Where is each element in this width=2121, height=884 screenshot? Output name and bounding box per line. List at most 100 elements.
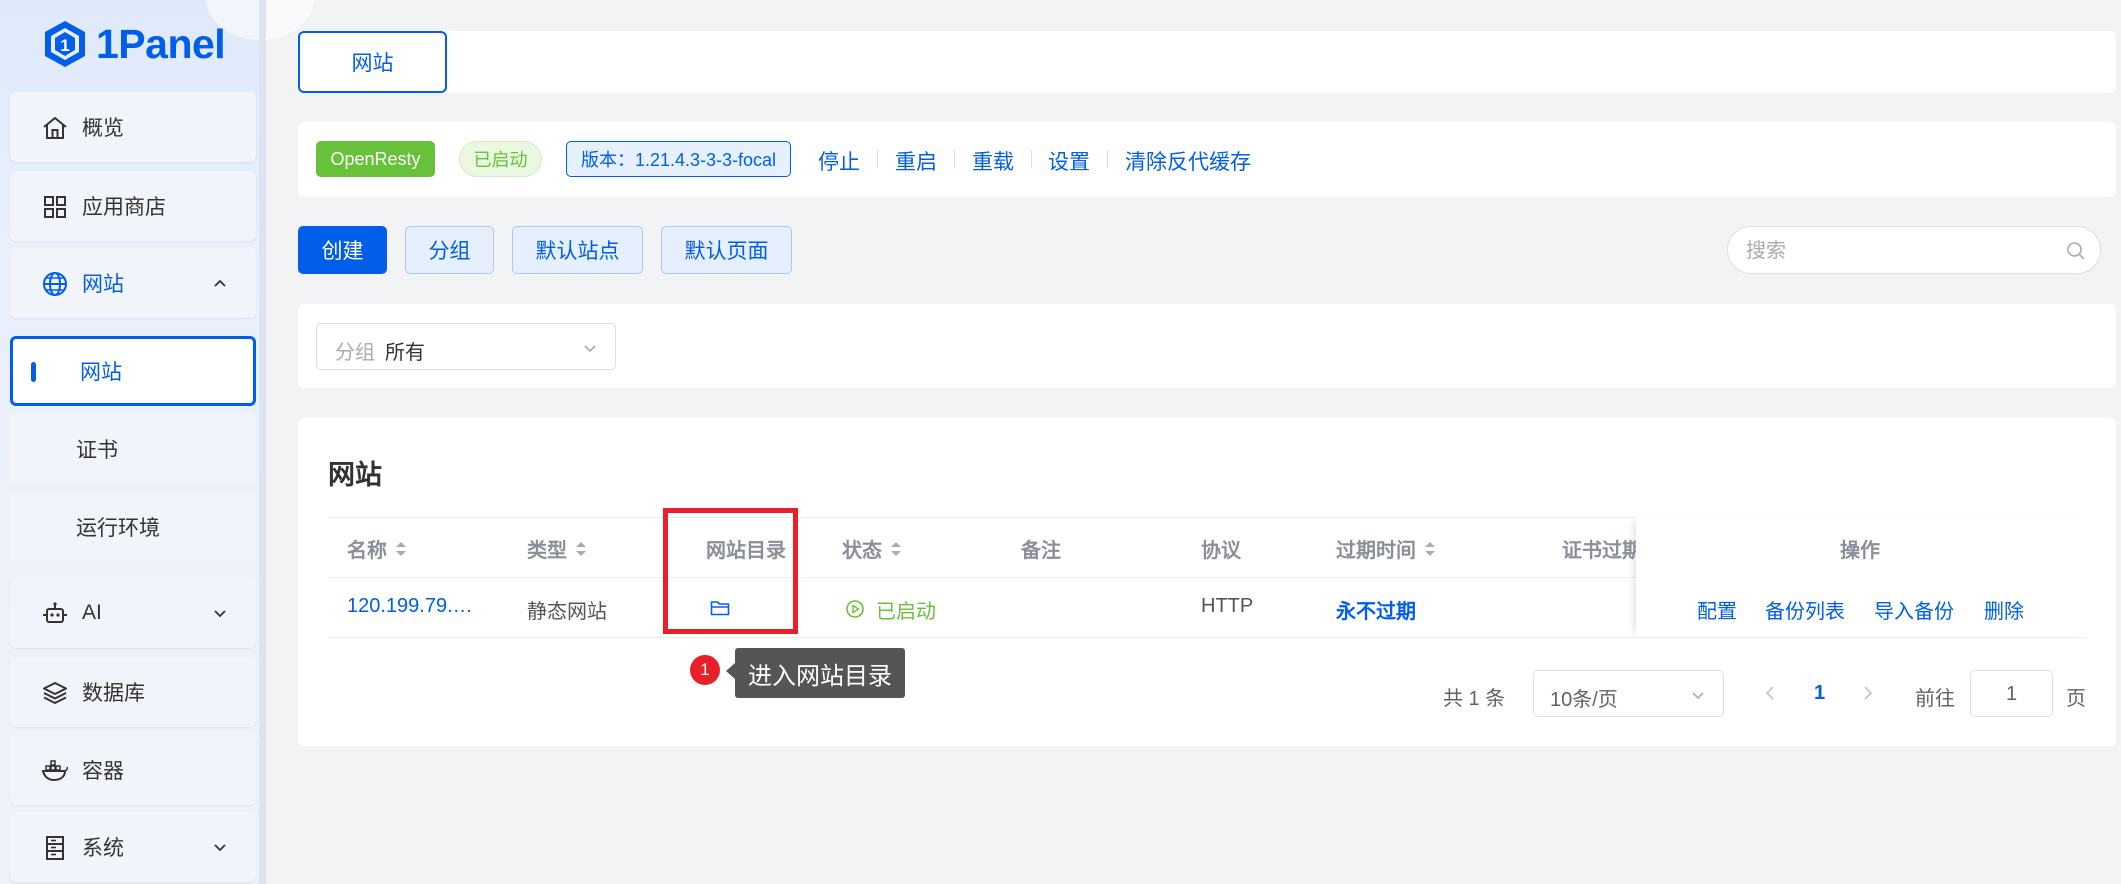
chevron-down-icon: [214, 610, 226, 618]
tab-bar: [298, 31, 2116, 93]
backup-list-button[interactable]: 备份列表: [1765, 595, 1845, 624]
divider: [877, 150, 878, 168]
sidebar-subitem-runtime[interactable]: 运行环境: [10, 492, 256, 562]
sidebar-item-overview[interactable]: 概览: [10, 92, 256, 162]
page-suffix: 页: [2066, 688, 2086, 710]
sort-icon[interactable]: [395, 539, 407, 559]
grid-icon: [44, 196, 66, 218]
tooltip-arrow: [726, 663, 735, 679]
divider: [1107, 150, 1108, 168]
globe-icon: [43, 272, 67, 296]
robot-icon: [43, 602, 67, 623]
expire-date-link[interactable]: 永不过期: [1336, 595, 1416, 624]
column-header-remark: 备注: [1021, 534, 1061, 563]
sidebar-item-app-store[interactable]: 应用商店: [10, 171, 256, 241]
sidebar-item-label: 系统: [82, 837, 124, 860]
goto-page-input[interactable]: 1: [1970, 670, 2053, 717]
server-icon: [46, 836, 64, 860]
website-name-link[interactable]: 120.199.79.…: [347, 595, 473, 618]
chevron-down-icon: [1692, 692, 1704, 700]
search-box[interactable]: [1727, 226, 2101, 274]
column-header-status[interactable]: 状态: [842, 534, 902, 563]
chevron-down-icon: [584, 345, 596, 353]
column-header-type[interactable]: 类型: [527, 534, 587, 563]
sidebar-item-website[interactable]: 网站: [10, 248, 256, 318]
sort-icon[interactable]: [1424, 539, 1436, 559]
column-header-label: 名称: [347, 540, 387, 562]
sidebar-item-ai[interactable]: AI: [10, 578, 256, 648]
sidebar-item-container[interactable]: 容器: [10, 735, 256, 805]
column-header-label: 类型: [527, 540, 567, 562]
pagination-total: 共 1 条: [1443, 688, 1506, 710]
sidebar: 1 1Panel 概览 应用商店 网站 网站 证书 运行环境 AI 数据库 容器…: [0, 0, 315, 884]
logo[interactable]: 1 1Panel: [42, 14, 226, 74]
column-header-label: 协议: [1201, 540, 1241, 562]
chevron-right-icon[interactable]: [1861, 684, 1875, 702]
column-header-label: 证书过期: [1562, 540, 1636, 562]
import-backup-button[interactable]: 导入备份: [1874, 595, 1954, 624]
chevron-up-icon: [214, 279, 226, 287]
home-icon: [43, 117, 67, 139]
layers-icon: [43, 682, 67, 704]
tab-website[interactable]: 网站: [298, 31, 447, 93]
reload-link[interactable]: 重载: [972, 146, 1014, 176]
goto-label: 前往: [1915, 688, 1955, 710]
chevron-down-icon: [214, 844, 226, 852]
app-name-tag: OpenResty: [316, 141, 435, 177]
column-header-label: 备注: [1021, 540, 1061, 562]
sidebar-item-label: 应用商店: [82, 196, 166, 219]
docker-icon: [41, 760, 69, 782]
sidebar-item-database[interactable]: 数据库: [10, 657, 256, 727]
column-header-label: 操作: [1840, 540, 1880, 562]
website-type: 静态网站: [527, 601, 607, 623]
sidebar-subitem-label: 证书: [76, 439, 118, 462]
page-size-value: 10条/页: [1550, 689, 1618, 711]
column-header-expire[interactable]: 过期时间: [1336, 534, 1436, 563]
active-indicator: [31, 362, 36, 382]
table-row-border: [328, 637, 2086, 638]
logo-mark-icon: 1: [45, 21, 85, 67]
divider: [1031, 150, 1032, 168]
page-number-current[interactable]: 1: [1814, 682, 1825, 705]
config-button[interactable]: 配置: [1697, 595, 1737, 624]
step-number-badge: 1: [690, 655, 720, 685]
page-size-select[interactable]: 10条/页: [1533, 670, 1724, 717]
default-site-button[interactable]: 默认站点: [512, 226, 643, 274]
stop-link[interactable]: 停止: [818, 146, 860, 176]
sort-icon[interactable]: [575, 539, 587, 559]
sidebar-item-label: 容器: [82, 760, 124, 783]
play-circle-icon: [846, 600, 864, 618]
logo-text: 1Panel: [96, 20, 226, 67]
svg-text:1: 1: [60, 36, 69, 55]
column-header-label: 状态: [842, 540, 882, 562]
default-page-button[interactable]: 默认页面: [661, 226, 792, 274]
sort-icon[interactable]: [890, 539, 902, 559]
sidebar-item-system[interactable]: 系统: [10, 812, 256, 882]
sidebar-scrollbar[interactable]: [259, 0, 266, 884]
search-input[interactable]: [1744, 237, 2048, 265]
column-header-protocol: 协议: [1201, 534, 1241, 563]
column-header-operations: 操作: [1840, 534, 1880, 563]
column-header-cert-expire: 证书过期: [1562, 534, 1636, 563]
group-filter-select[interactable]: 分组 所有: [316, 323, 616, 370]
sidebar-item-label: 数据库: [82, 682, 145, 705]
restart-link[interactable]: 重启: [895, 146, 937, 176]
status-running-label[interactable]: 已启动: [876, 595, 936, 624]
group-filter-label: 分组: [335, 342, 375, 364]
group-button[interactable]: 分组: [405, 226, 494, 274]
settings-link[interactable]: 设置: [1048, 146, 1090, 176]
sidebar-subitem-label: 运行环境: [76, 517, 160, 540]
sidebar-subitem-certificate[interactable]: 证书: [10, 414, 256, 484]
search-icon[interactable]: [2066, 241, 2086, 261]
delete-button[interactable]: 删除: [1984, 595, 2024, 624]
sidebar-subitem-label: 网站: [80, 361, 122, 384]
clear-proxy-cache-link[interactable]: 清除反代缓存: [1125, 146, 1251, 176]
highlight-box: [663, 508, 798, 634]
create-button[interactable]: 创建: [298, 226, 387, 274]
sidebar-subitem-website[interactable]: 网站: [10, 336, 256, 406]
version-tag: 版本：1.21.4.3-3-3-focal: [566, 141, 791, 177]
table-title: 网站: [328, 460, 382, 490]
protocol-cell: HTTP: [1201, 595, 1254, 617]
chevron-left-icon[interactable]: [1763, 684, 1777, 702]
column-header-name[interactable]: 名称: [347, 534, 407, 563]
